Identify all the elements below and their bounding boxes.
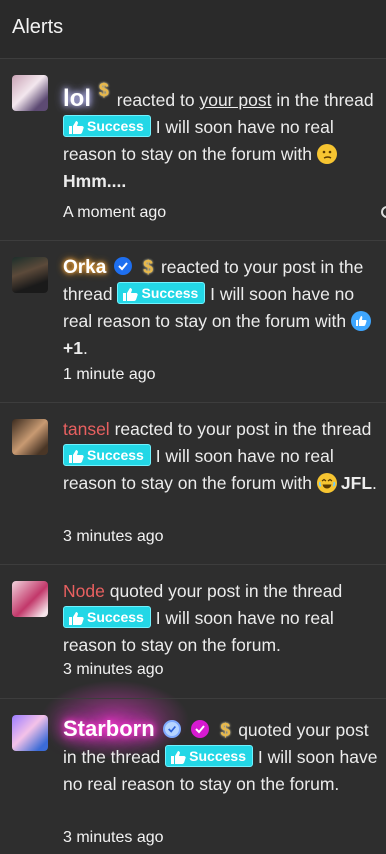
alert-text: lol $ reacted to your post in the thread… bbox=[63, 77, 386, 195]
alert-verb: quoted your post in the thread bbox=[104, 581, 343, 601]
success-prefix-badge[interactable]: Success bbox=[165, 745, 253, 767]
thumbs-up-icon bbox=[69, 450, 84, 463]
alerts-panel: Alerts lol $ reacted to your post in the… bbox=[0, 0, 386, 854]
verified-badge-icon bbox=[191, 720, 210, 738]
timestamp[interactable]: A moment ago bbox=[63, 204, 166, 222]
avatar[interactable] bbox=[12, 75, 48, 111]
reaction-label: +1 bbox=[63, 338, 83, 358]
timestamp[interactable]: 3 minutes ago bbox=[63, 661, 164, 679]
timestamp[interactable]: 3 minutes ago bbox=[63, 829, 164, 847]
timestamp[interactable]: 1 minute ago bbox=[63, 366, 156, 384]
timestamp[interactable]: 3 minutes ago bbox=[63, 528, 164, 546]
username-link[interactable]: lol bbox=[63, 85, 91, 112]
avatar[interactable] bbox=[12, 715, 48, 751]
username-link[interactable]: Node bbox=[63, 581, 105, 601]
alert-item[interactable]: Orka $ reacted to your post in the threa… bbox=[0, 240, 386, 402]
success-label: Success bbox=[189, 748, 246, 764]
alert-text: tansel reacted to your post in the threa… bbox=[63, 416, 386, 497]
alert-item[interactable]: Node quoted your post in the thread Succ… bbox=[0, 564, 386, 698]
avatar[interactable] bbox=[12, 419, 48, 455]
reaction-label: Hmm.... bbox=[63, 171, 127, 191]
avatar[interactable] bbox=[12, 257, 48, 293]
alert-text: Orka $ reacted to your post in the threa… bbox=[63, 254, 386, 362]
success-prefix-badge[interactable]: Success bbox=[63, 444, 151, 466]
alert-item[interactable]: tansel reacted to your post in the threa… bbox=[0, 402, 386, 564]
success-label: Success bbox=[87, 447, 144, 463]
mouse-cursor-icon bbox=[381, 206, 386, 218]
like-reaction-icon bbox=[350, 311, 371, 331]
thinking-emoji-icon bbox=[316, 144, 337, 164]
success-prefix-badge[interactable]: Success bbox=[117, 282, 206, 304]
panel-title: Alerts bbox=[0, 0, 386, 58]
alert-text: Node quoted your post in the thread Succ… bbox=[63, 578, 386, 659]
success-prefix-badge[interactable]: Success bbox=[63, 115, 151, 137]
alert-item[interactable]: lol $ reacted to your post in the thread… bbox=[0, 58, 386, 240]
reaction-label: JFL bbox=[340, 473, 373, 493]
laughing-emoji-icon bbox=[316, 473, 337, 493]
username-link[interactable]: Orka bbox=[63, 257, 106, 278]
alert-item[interactable]: Starborn $ quoted your post in the threa… bbox=[0, 698, 386, 854]
success-label: Success bbox=[141, 285, 199, 301]
dollar-icon: $ bbox=[220, 720, 231, 740]
success-label: Success bbox=[87, 609, 144, 625]
username-link[interactable]: tansel bbox=[63, 419, 110, 439]
username-link[interactable]: Starborn bbox=[63, 716, 155, 741]
avatar[interactable] bbox=[12, 581, 48, 617]
dollar-icon: $ bbox=[143, 257, 154, 277]
verified-badge-icon bbox=[114, 257, 133, 275]
verified-badge-icon bbox=[162, 720, 181, 738]
thumbs-up-icon bbox=[69, 121, 84, 134]
post-link[interactable]: your post bbox=[199, 90, 271, 110]
thumbs-up-icon bbox=[69, 612, 84, 625]
alert-verb: reacted to bbox=[116, 90, 200, 110]
success-label: Success bbox=[87, 118, 144, 134]
alert-text: Starborn $ quoted your post in the threa… bbox=[63, 715, 386, 798]
thumbs-up-icon bbox=[123, 288, 139, 301]
alert-verb: reacted to your post in the thread bbox=[109, 419, 372, 439]
alert-connector: in the thread bbox=[271, 90, 374, 110]
thumbs-up-icon bbox=[171, 751, 186, 764]
sentence-end: . bbox=[82, 338, 88, 358]
sentence-end: . bbox=[372, 473, 377, 493]
dollar-icon: $ bbox=[98, 80, 109, 100]
success-prefix-badge[interactable]: Success bbox=[63, 606, 151, 628]
